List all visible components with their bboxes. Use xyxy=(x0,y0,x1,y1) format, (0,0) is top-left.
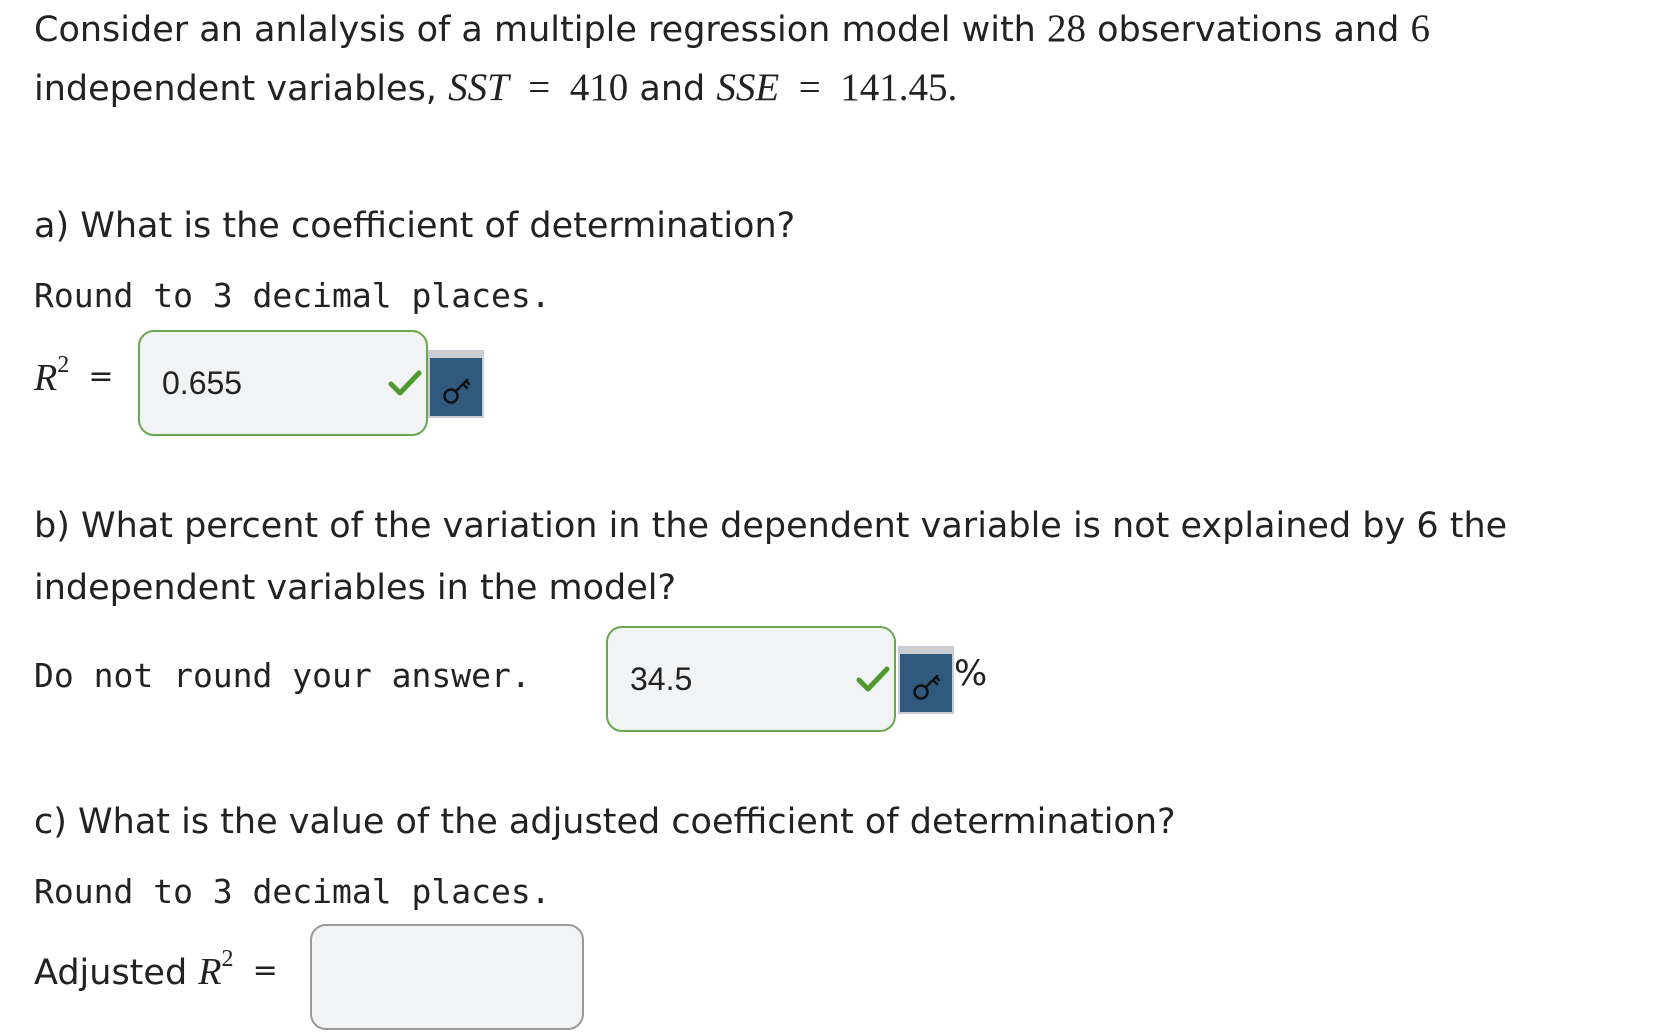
part-b-question-line2: independent variables in the model? xyxy=(34,568,677,608)
key-icon xyxy=(443,378,471,404)
check-icon xyxy=(388,370,422,396)
part-a-label: R2 = xyxy=(34,352,114,400)
part-a-key-button[interactable] xyxy=(428,350,484,418)
part-c-question: c) What is the value of the adjusted coe… xyxy=(34,802,1176,842)
part-c-label: Adjusted R2 = xyxy=(34,946,278,994)
intro-text-2: independent variables, xyxy=(34,69,449,109)
equals-sign: = xyxy=(528,66,551,109)
part-b-instruction: Do not round your answer. xyxy=(34,656,531,695)
adjusted-text: Adjusted xyxy=(34,953,199,993)
r-squared-symbol: R2 xyxy=(34,352,69,399)
sst-symbol: SST xyxy=(448,66,509,109)
n-observations: 28 xyxy=(1046,7,1086,50)
intro-text-mid: observations and xyxy=(1085,10,1411,50)
r-letter: R xyxy=(34,357,58,399)
n-variables: 6 xyxy=(1410,7,1430,50)
part-a-answer-field[interactable] xyxy=(138,330,428,436)
part-c-instruction: Round to 3 decimal places. xyxy=(34,872,551,911)
r-squared-symbol: R2 xyxy=(198,946,233,993)
sst-value: 410 xyxy=(569,66,629,109)
r-superscript: 2 xyxy=(57,352,70,379)
question-intro: Consider an anlalysis of a multiple regr… xyxy=(34,0,1430,120)
sse-symbol: SSE xyxy=(716,66,780,109)
intro-line-1: Consider an anlalysis of a multiple regr… xyxy=(34,0,1430,61)
part-a-equals: = xyxy=(88,359,114,394)
part-b-question-line1: b) What percent of the variation in the … xyxy=(34,506,1508,546)
part-b-answer-input[interactable] xyxy=(630,628,830,730)
percent-unit: % xyxy=(954,654,988,694)
intro-line-2: independent variables, SST = 410 and SSE… xyxy=(34,57,1430,120)
part-a-instruction: Round to 3 decimal places. xyxy=(34,276,551,315)
intro-text: Consider an anlalysis of a multiple regr… xyxy=(34,10,1047,50)
r-letter: R xyxy=(198,951,222,993)
r-superscript: 2 xyxy=(221,946,234,973)
key-icon xyxy=(913,674,941,700)
part-b-key-button[interactable] xyxy=(898,646,954,714)
part-c-equals: = xyxy=(252,953,278,988)
part-a-question: a) What is the coefficient of determinat… xyxy=(34,206,796,246)
part-b-answer-field[interactable] xyxy=(606,626,896,732)
part-a-answer-input[interactable] xyxy=(162,332,362,434)
check-icon xyxy=(856,666,890,692)
equals-sign-2: = xyxy=(798,66,821,109)
and-text: and xyxy=(628,69,717,109)
sse-value: 141.45. xyxy=(840,66,958,109)
part-c-answer-field[interactable] xyxy=(310,924,584,1030)
part-c-answer-input[interactable] xyxy=(334,926,534,1028)
